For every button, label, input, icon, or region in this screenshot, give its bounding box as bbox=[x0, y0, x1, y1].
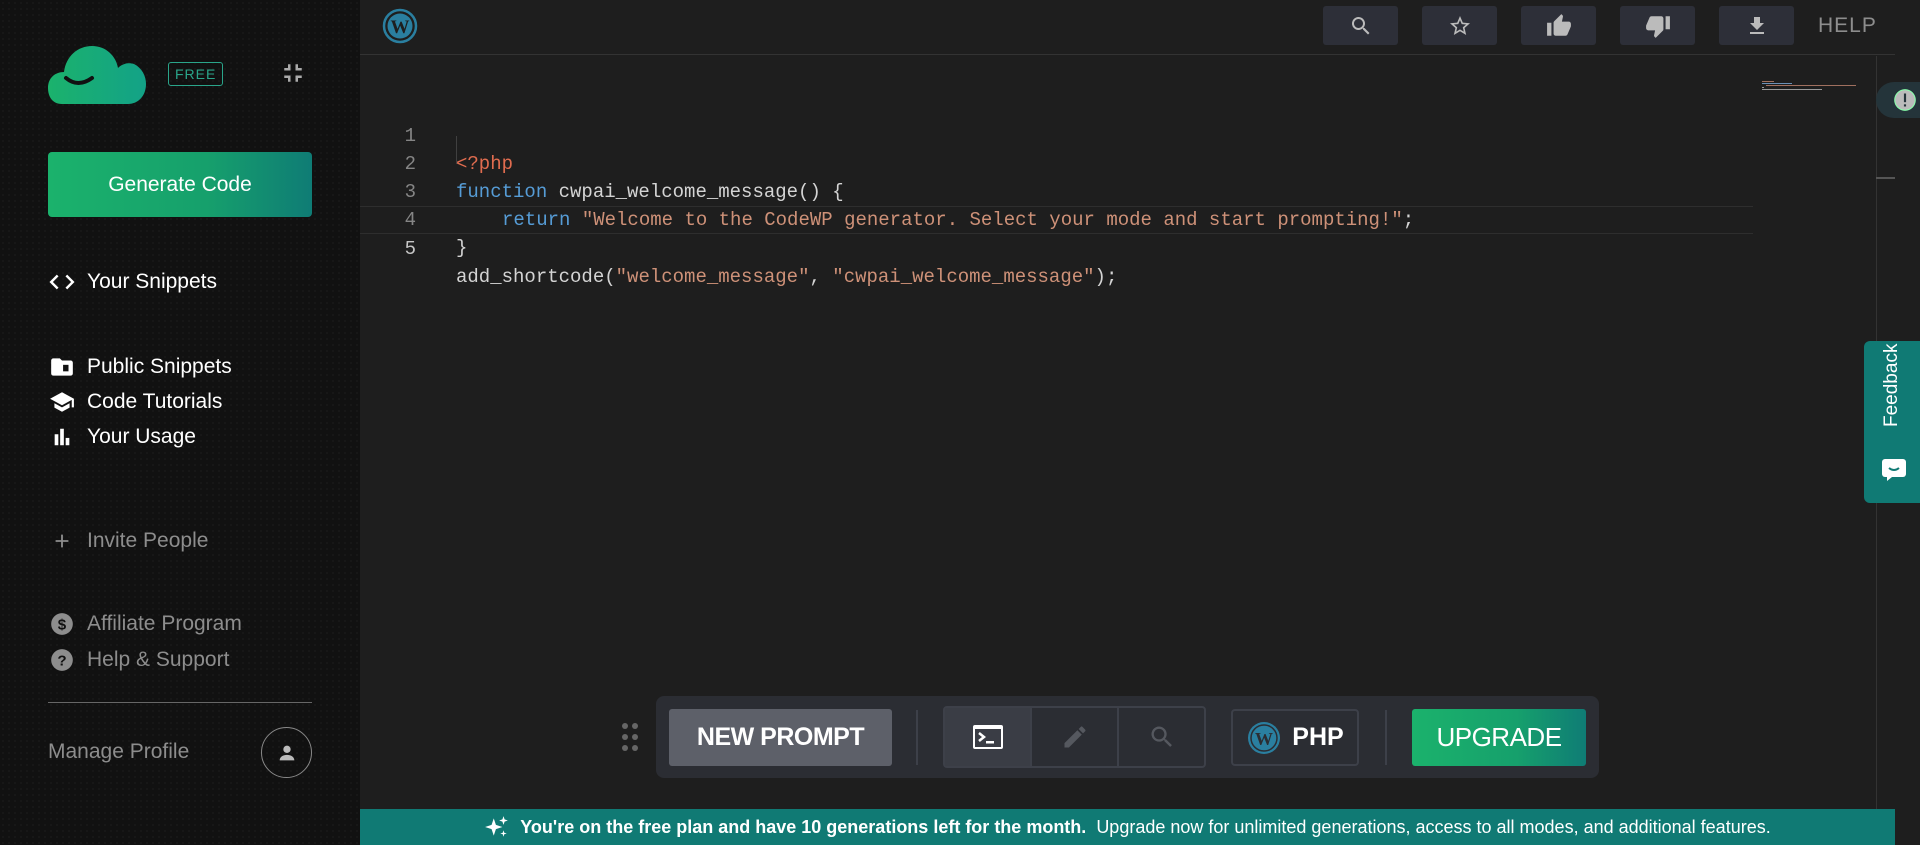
thumbs-down-icon bbox=[1645, 15, 1670, 38]
nav-label: Invite People bbox=[87, 529, 209, 552]
collapse-icon[interactable] bbox=[278, 58, 308, 88]
code-line: 3 return "Welcome to the CodeWP generato… bbox=[360, 150, 1753, 231]
search-button[interactable] bbox=[1323, 6, 1398, 45]
svg-text:?: ? bbox=[57, 652, 66, 669]
string-literal: "welcome_message" bbox=[615, 266, 810, 288]
avatar[interactable] bbox=[261, 727, 312, 778]
nav-affiliate-program[interactable]: $ Affiliate Program bbox=[48, 610, 242, 638]
sparkles-icon bbox=[485, 816, 509, 837]
download-icon bbox=[1749, 16, 1764, 34]
wordpress-icon[interactable]: W bbox=[382, 8, 418, 44]
chat-icon bbox=[1882, 459, 1906, 481]
plus-icon bbox=[48, 527, 76, 555]
nav-code-tutorials[interactable]: Code Tutorials bbox=[48, 388, 222, 416]
new-prompt-button[interactable]: NEW PROMPT bbox=[669, 709, 892, 766]
help-link[interactable]: HELP bbox=[1818, 14, 1877, 38]
code-text: add_shortcode( bbox=[456, 266, 616, 288]
code-line: 2 function cwpai_welcome_message() { bbox=[360, 122, 1753, 203]
line-number: 5 bbox=[404, 238, 416, 260]
search-icon bbox=[1150, 726, 1172, 747]
terminal-icon bbox=[972, 725, 1003, 749]
feedback-label: Feedback bbox=[1881, 343, 1902, 427]
sidebar: FREE Generate Code Your Snippets Public … bbox=[0, 0, 360, 845]
code-text: , bbox=[809, 266, 833, 288]
mode-terminal-button[interactable] bbox=[945, 708, 1032, 766]
drag-handle-icon[interactable] bbox=[620, 722, 640, 752]
svg-text:W: W bbox=[1255, 729, 1273, 749]
thumbs-up-button[interactable] bbox=[1521, 6, 1596, 45]
generate-code-button[interactable]: Generate Code bbox=[48, 152, 312, 217]
nav-your-snippets[interactable]: Your Snippets bbox=[48, 268, 217, 296]
language-selector-button[interactable]: W PHP bbox=[1231, 709, 1359, 766]
nav-public-snippets[interactable]: Public Snippets bbox=[48, 353, 232, 381]
free-plan-banner: You're on the free plan and have 10 gene… bbox=[360, 809, 1895, 845]
thumbs-down-button[interactable] bbox=[1620, 6, 1695, 45]
graduation-cap-icon bbox=[48, 388, 76, 416]
mode-edit-button[interactable] bbox=[1032, 708, 1119, 766]
folder-icon bbox=[48, 353, 76, 381]
toolbar-separator bbox=[1385, 710, 1387, 765]
code-line: 4 } bbox=[360, 178, 1753, 259]
help-circle-icon: ? bbox=[48, 646, 76, 674]
app: FREE Generate Code Your Snippets Public … bbox=[0, 0, 1920, 845]
code-icon bbox=[48, 268, 76, 296]
nav-label: Help & Support bbox=[87, 648, 230, 671]
download-button[interactable] bbox=[1719, 6, 1794, 45]
alert-icon bbox=[1894, 89, 1916, 111]
upgrade-button[interactable]: UPGRADE bbox=[1412, 709, 1586, 766]
code-line: 1 <?php bbox=[360, 94, 1753, 175]
scrollbar-marker bbox=[1876, 177, 1895, 179]
thumbs-up-icon bbox=[1546, 13, 1571, 36]
mode-search-button[interactable] bbox=[1119, 708, 1204, 766]
svg-text:W: W bbox=[391, 17, 410, 38]
star-icon bbox=[1449, 15, 1470, 35]
feedback-tab[interactable]: Feedback bbox=[1864, 341, 1920, 503]
dollar-circle-icon: $ bbox=[48, 610, 76, 638]
favorite-button[interactable] bbox=[1422, 6, 1497, 45]
nav-label: Affiliate Program bbox=[87, 612, 242, 635]
nav-help-support[interactable]: ? Help & Support bbox=[48, 646, 229, 674]
language-label: PHP bbox=[1292, 723, 1344, 751]
notification-pill[interactable] bbox=[1876, 82, 1920, 118]
nav-label: Your Snippets bbox=[87, 270, 217, 293]
code-text: } bbox=[456, 237, 468, 259]
top-bar: W HELP bbox=[360, 0, 1895, 55]
mode-selector bbox=[943, 706, 1206, 768]
search-icon bbox=[1351, 16, 1369, 34]
wordpress-icon: W bbox=[1248, 721, 1281, 754]
codewp-logo bbox=[48, 46, 146, 104]
nav-label: Your Usage bbox=[87, 425, 196, 448]
manage-profile-link[interactable]: Manage Profile bbox=[48, 740, 189, 764]
sidebar-divider bbox=[48, 702, 312, 703]
nav-label: Public Snippets bbox=[87, 355, 232, 378]
nav-your-usage[interactable]: Your Usage bbox=[48, 423, 196, 451]
code-line-current: 5 add_shortcode("welcome_message", "cwpa… bbox=[360, 206, 1753, 288]
toolbar-separator bbox=[916, 710, 918, 765]
pencil-icon bbox=[1064, 726, 1086, 748]
bar-chart-icon bbox=[48, 423, 76, 451]
free-plan-badge: FREE bbox=[168, 62, 224, 86]
code-text: ); bbox=[1094, 266, 1118, 288]
nav-label: Code Tutorials bbox=[87, 390, 223, 413]
banner-bold-text: You're on the free plan and have 10 gene… bbox=[520, 816, 1087, 837]
svg-text:$: $ bbox=[58, 616, 67, 633]
user-icon bbox=[279, 745, 294, 760]
string-literal: "cwpai_welcome_message" bbox=[832, 266, 1095, 288]
nav-invite-people[interactable]: Invite People bbox=[48, 527, 208, 555]
banner-text[interactable]: Upgrade now for unlimited generations, a… bbox=[1096, 817, 1770, 838]
minimap[interactable] bbox=[1762, 80, 1878, 90]
